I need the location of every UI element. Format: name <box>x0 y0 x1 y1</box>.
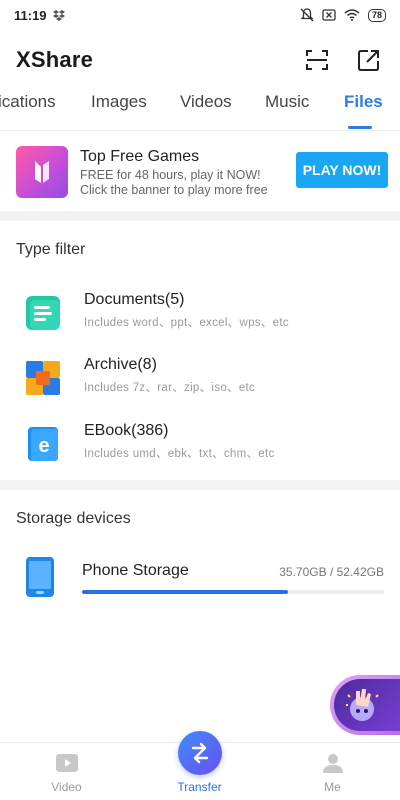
storage-size: 35.70GB / 52.42GB <box>279 565 384 579</box>
status-bar: 11:19 78 <box>0 0 400 30</box>
scan-button[interactable] <box>302 45 332 75</box>
share-out-icon <box>358 50 379 71</box>
filter-description: Includes 7z、rar、zip、iso、etc <box>84 382 256 394</box>
filter-description: Includes word、ppt、excel、wps、etc <box>84 317 289 329</box>
section-separator <box>0 211 400 221</box>
game-app-icon <box>16 146 68 198</box>
section-separator <box>0 480 400 490</box>
filter-name: Documents(5) <box>84 291 185 308</box>
app-title: XShare <box>16 47 94 72</box>
filter-name: EBook(386) <box>84 422 169 439</box>
filter-description: Includes umd、ebk、txt、chm、etc <box>84 448 275 460</box>
phone-storage-item[interactable]: Phone Storage 35.70GB / 52.42GB <box>0 550 400 604</box>
games-banner[interactable]: Top Free Games FREE for 48 hours, play i… <box>0 138 400 208</box>
storage-usage-bar <box>82 590 384 594</box>
divider <box>0 130 400 131</box>
tab-videos[interactable]: Videos <box>180 92 232 112</box>
tab-images[interactable]: Images <box>91 92 147 112</box>
nav-label: Me <box>324 780 341 794</box>
banner-description: Click the banner to play more free <box>80 183 268 197</box>
battery-indicator: 78 <box>367 8 386 22</box>
ebook-icon: e <box>28 427 58 461</box>
filter-archive[interactable]: Archive(8) Includes 7z、rar、zip、iso、etc <box>0 352 400 406</box>
active-tab-indicator <box>348 126 372 129</box>
storage-devices-title: Storage devices <box>16 510 131 527</box>
tab-applications[interactable]: ications <box>0 92 56 112</box>
nav-transfer[interactable]: Transfer <box>133 731 266 800</box>
phone-icon <box>26 557 54 597</box>
filter-name: Archive(8) <box>84 356 157 373</box>
tab-music[interactable]: Music <box>265 92 309 112</box>
scan-icon <box>306 50 328 70</box>
video-icon <box>55 754 78 772</box>
category-tabs: ications Images Videos Music Files <box>0 84 400 130</box>
storage-name: Phone Storage <box>82 562 189 579</box>
game-character-icon <box>346 689 379 721</box>
banner-title: Top Free Games <box>80 148 200 165</box>
svg-text:e: e <box>38 435 49 457</box>
banner-subtitle: FREE for 48 hours, play it NOW! <box>80 168 261 182</box>
bottom-navigation: Video Transfer Me <box>0 731 400 800</box>
no-sim-icon <box>322 9 336 21</box>
play-now-button[interactable]: PLAY NOW! <box>296 152 388 188</box>
archive-icon <box>26 361 60 395</box>
storage-usage-fill <box>82 590 288 594</box>
person-icon <box>322 754 343 773</box>
nav-label: Transfer <box>177 780 222 794</box>
transfer-icon <box>177 731 222 775</box>
tab-files[interactable]: Files <box>344 92 383 112</box>
filter-ebook[interactable]: e EBook(386) Includes umd、ebk、txt、chm、et… <box>0 418 400 472</box>
dropbox-icon <box>52 9 65 21</box>
document-icon <box>26 296 60 330</box>
app-header: XShare <box>0 38 400 82</box>
status-time: 11:19 <box>14 7 47 23</box>
nav-label: Video <box>51 780 82 794</box>
nav-video[interactable]: Video <box>0 743 133 800</box>
floating-game-widget[interactable] <box>330 675 400 735</box>
wifi-icon <box>344 9 360 21</box>
share-out-button[interactable] <box>354 45 384 75</box>
type-filter-title: Type filter <box>16 241 86 258</box>
nav-me[interactable]: Me <box>266 743 399 800</box>
mute-icon <box>300 8 314 22</box>
filter-documents[interactable]: Documents(5) Includes word、ppt、excel、wps… <box>0 287 400 341</box>
